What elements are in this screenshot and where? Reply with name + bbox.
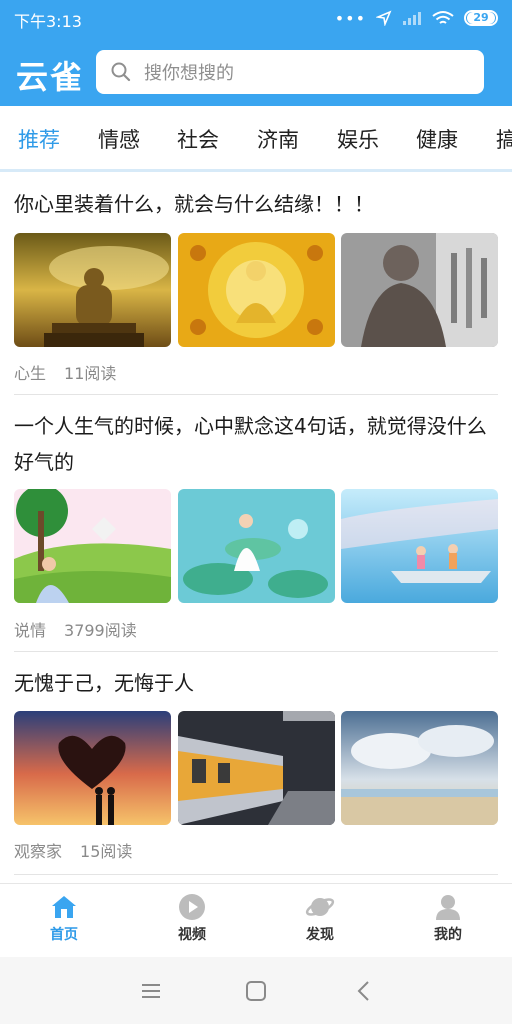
- status-icons: ••• 29: [335, 8, 498, 28]
- article-thumbnails: [14, 711, 498, 825]
- status-time: 下午3:13: [14, 12, 82, 31]
- home-icon: [52, 896, 76, 918]
- article-read-count: 11阅读: [64, 364, 117, 383]
- article-title: 一个人生气的时候，心中默念这4句话，就觉得没什么好气的: [14, 414, 487, 474]
- tab-entertainment[interactable]: 娱乐: [337, 124, 379, 154]
- thumbnail-image: [341, 711, 498, 825]
- app-logo: 云雀: [16, 58, 85, 96]
- article-meta: 观察家 15阅读: [14, 838, 132, 862]
- nav-profile-label: 我的: [434, 927, 462, 943]
- bottom-navigation: 首页 视频 发现 我的: [0, 883, 512, 957]
- signal-icon: [403, 12, 421, 25]
- battery-level: 29: [467, 12, 495, 24]
- nav-video[interactable]: 视频: [147, 892, 237, 944]
- thumbnail-image: [177, 233, 335, 347]
- nav-home-label: 首页: [50, 927, 78, 943]
- article-feed: 你心里装着什么，就会与什么结缘！！！ 心生 11阅读 一个人生气的时候，心中默念…: [0, 175, 512, 883]
- article-meta: 说情 3799阅读: [14, 617, 137, 641]
- tab-overflow[interactable]: 搞: [496, 124, 512, 154]
- article-title: 无愧于己，无悔于人: [14, 671, 194, 695]
- home-square-icon[interactable]: [242, 977, 270, 1005]
- thumbnail-image: [14, 489, 171, 603]
- article-card[interactable]: 无愧于己，无悔于人 观察家 15阅读: [0, 653, 512, 875]
- divider: [14, 874, 498, 875]
- tab-health[interactable]: 健康: [416, 124, 458, 154]
- location-icon: [376, 10, 392, 26]
- app-bar: 云雀 搜你想搜的: [0, 40, 512, 104]
- menu-icon[interactable]: [137, 977, 165, 1005]
- article-source: 观察家: [14, 842, 63, 861]
- nav-profile[interactable]: 我的: [403, 892, 493, 944]
- nav-home[interactable]: 首页: [19, 892, 109, 944]
- tab-jinan[interactable]: 济南: [257, 124, 299, 154]
- planet-icon: [305, 898, 335, 916]
- search-icon: [111, 62, 131, 82]
- article-thumbnails: [14, 233, 498, 347]
- article-card[interactable]: 你心里装着什么，就会与什么结缘！！！ 心生 11阅读: [0, 175, 512, 395]
- article-source: 心生: [14, 364, 47, 383]
- video-play-icon: [179, 894, 205, 920]
- thumbnail-image: [14, 233, 171, 347]
- tab-society[interactable]: 社会: [177, 124, 219, 154]
- header: 下午3:13 ••• 29 云雀 搜你想搜的: [0, 0, 512, 106]
- thumbnail-image: [341, 233, 498, 347]
- system-navigation: [0, 957, 512, 1024]
- nav-discover-label: 发现: [306, 927, 334, 943]
- battery-icon: 29: [464, 10, 498, 26]
- thumbnail-image: [177, 711, 335, 825]
- profile-icon: [436, 895, 460, 920]
- article-card[interactable]: 一个人生气的时候，心中默念这4句话，就觉得没什么好气的 说情 3799阅读: [0, 396, 512, 652]
- divider: [14, 394, 498, 395]
- more-dots-icon: •••: [334, 8, 366, 28]
- thumbnail-image: [14, 711, 171, 825]
- nav-discover[interactable]: 发现: [275, 892, 365, 944]
- tab-emotion[interactable]: 情感: [98, 124, 140, 154]
- thumbnail-image: [341, 489, 498, 603]
- article-meta: 心生 11阅读: [14, 360, 116, 384]
- thumbnail-image: [177, 489, 335, 603]
- article-read-count: 3799阅读: [64, 621, 137, 640]
- article-source: 说情: [14, 621, 47, 640]
- article-read-count: 15阅读: [80, 842, 133, 861]
- category-tabs: 推荐 情感 社会 济南 娱乐 健康 搞: [0, 106, 512, 172]
- tab-recommended[interactable]: 推荐: [18, 124, 60, 154]
- status-bar: 下午3:13 ••• 29: [0, 0, 512, 36]
- nav-video-label: 视频: [178, 927, 206, 943]
- article-thumbnails: [14, 489, 498, 603]
- back-icon[interactable]: [350, 977, 378, 1005]
- search-placeholder: 搜你想搜的: [144, 63, 234, 84]
- wifi-icon: [432, 11, 454, 24]
- search-input[interactable]: 搜你想搜的: [96, 50, 484, 94]
- divider: [14, 651, 498, 652]
- app-screen: 下午3:13 ••• 29 云雀 搜你想搜的 推荐 情感 社会 济南 娱乐 健康…: [0, 0, 512, 1024]
- article-title: 你心里装着什么，就会与什么结缘！！！: [14, 192, 374, 216]
